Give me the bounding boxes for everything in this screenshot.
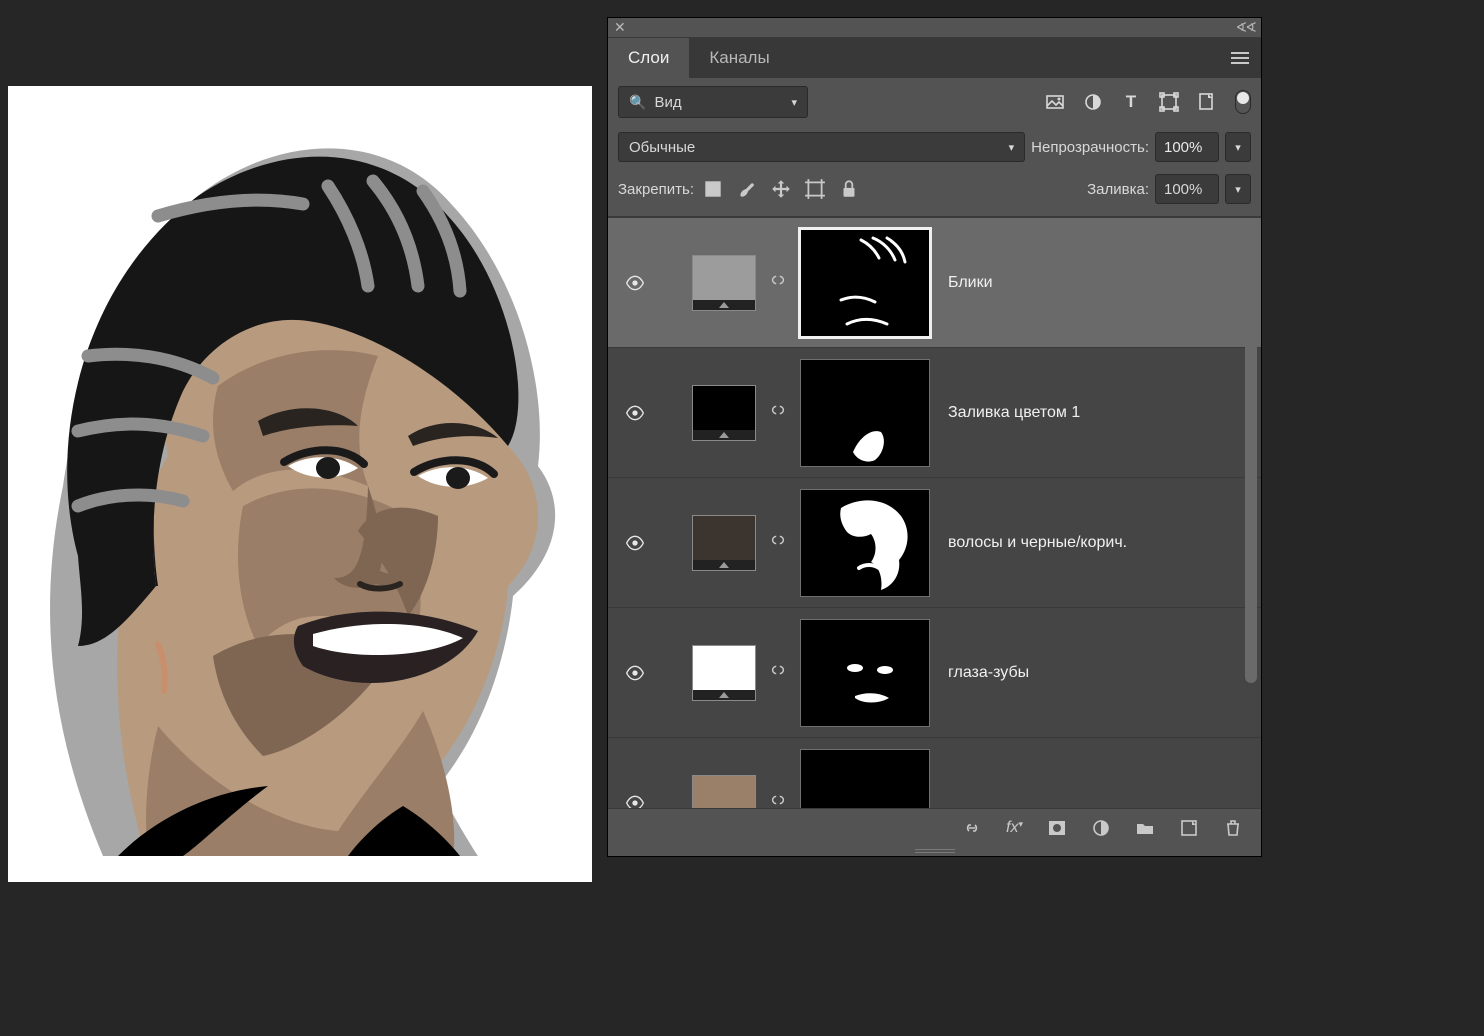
opacity-value: 100% (1164, 139, 1202, 156)
mask-link-icon[interactable] (768, 401, 788, 424)
lock-all-icon[interactable] (838, 178, 860, 200)
layer-kind-label: Вид (654, 94, 681, 111)
layer-row[interactable]: волосы и черные/корич. (608, 477, 1261, 607)
panel-resize-grip[interactable] (608, 846, 1261, 856)
panel-menu-icon[interactable] (1219, 38, 1261, 78)
delete-layer-icon[interactable] (1223, 818, 1243, 838)
fill-label: Заливка: (1087, 181, 1149, 198)
fill-swatch-thumb[interactable] (692, 515, 756, 571)
layer-mask-thumb[interactable] (800, 359, 930, 467)
blend-mode-value: Обычные (629, 139, 695, 156)
panel-collapse-icon[interactable]: ∢∢ (1236, 19, 1255, 36)
fill-swatch-thumb[interactable] (692, 385, 756, 441)
blend-mode-select[interactable]: Обычные ▾ (618, 132, 1025, 162)
layer-mask-thumb[interactable] (800, 619, 930, 727)
visibility-toggle-icon[interactable] (620, 403, 650, 423)
panel-footer: fx ▾ (608, 808, 1261, 846)
fill-value: 100% (1164, 181, 1202, 198)
opacity-stepper[interactable]: ▾ (1225, 132, 1251, 162)
layer-mask-thumb[interactable] (800, 749, 930, 809)
opacity-input[interactable]: 100% (1155, 132, 1219, 162)
lock-row: Закрепить: Заливка: 100% ▾ (608, 168, 1261, 217)
layer-row[interactable]: глаза-зубы (608, 607, 1261, 737)
new-layer-icon[interactable] (1179, 818, 1199, 838)
mask-link-icon[interactable] (768, 791, 788, 808)
opacity-label: Непрозрачность: (1031, 139, 1149, 156)
filter-toggle[interactable] (1235, 90, 1251, 114)
layers-list[interactable]: Блики Заливка цветом 1 волосы и черные/кор… (608, 217, 1261, 808)
mask-link-icon[interactable] (768, 531, 788, 554)
fill-swatch-thumb[interactable] (692, 645, 756, 701)
lock-label: Закрепить: (618, 181, 694, 198)
layer-row[interactable]: Блики (608, 217, 1261, 347)
layer-name[interactable]: Заливка цветом 1 (948, 404, 1080, 422)
layer-mask-thumb[interactable] (800, 229, 930, 337)
layer-name[interactable]: волосы и черные/корич. (948, 534, 1127, 552)
filter-adjust-icon[interactable] (1083, 92, 1103, 112)
new-group-icon[interactable] (1135, 818, 1155, 838)
filter-pixel-icon[interactable] (1045, 92, 1065, 112)
tab-label: Каналы (709, 48, 769, 68)
filter-type-icon[interactable]: T (1121, 92, 1141, 112)
blend-row: Обычные ▾ Непрозрачность: 100% ▾ (608, 126, 1261, 168)
chevron-down-icon: ▾ (791, 96, 797, 109)
layer-kind-select[interactable]: 🔍 Вид ▾ (618, 86, 808, 118)
fill-stepper[interactable]: ▾ (1225, 174, 1251, 204)
visibility-toggle-icon[interactable] (620, 273, 650, 293)
lock-paint-icon[interactable] (736, 178, 758, 200)
layer-mask-thumb[interactable] (800, 489, 930, 597)
visibility-toggle-icon[interactable] (620, 663, 650, 683)
chevron-down-icon: ▾ (1009, 141, 1015, 154)
layer-name[interactable]: глаза-зубы (948, 664, 1029, 682)
fill-swatch-thumb[interactable] (692, 255, 756, 311)
fill-swatch-thumb[interactable] (692, 775, 756, 809)
tab-channels[interactable]: Каналы (689, 38, 789, 78)
lock-artboard-icon[interactable] (804, 178, 826, 200)
filter-smart-icon[interactable] (1197, 92, 1217, 112)
panel-titlebar[interactable]: ✕ ∢∢ (608, 18, 1261, 38)
layers-panel: ✕ ∢∢ Слои Каналы 🔍 Вид ▾ T (607, 17, 1262, 857)
layer-name[interactable]: Блики (948, 274, 993, 292)
filter-icons: T (1045, 90, 1251, 114)
lock-move-icon[interactable] (770, 178, 792, 200)
layer-row[interactable] (608, 737, 1261, 808)
mask-link-icon[interactable] (768, 661, 788, 684)
tab-layers[interactable]: Слои (608, 38, 689, 78)
visibility-toggle-icon[interactable] (620, 533, 650, 553)
lock-transparency-icon[interactable] (702, 178, 724, 200)
layers-scrollbar[interactable] (1245, 223, 1257, 683)
add-mask-icon[interactable] (1047, 818, 1067, 838)
fx-icon[interactable]: fx ▾ (1006, 819, 1023, 837)
fill-input[interactable]: 100% (1155, 174, 1219, 204)
mask-link-icon[interactable] (768, 271, 788, 294)
search-icon: 🔍 (629, 94, 646, 111)
visibility-toggle-icon[interactable] (620, 793, 650, 809)
document-canvas[interactable] (8, 86, 592, 882)
app-stage: ✕ ∢∢ Слои Каналы 🔍 Вид ▾ T (0, 0, 1484, 1036)
panel-close-icon[interactable]: ✕ (614, 19, 626, 36)
layer-row[interactable]: Заливка цветом 1 (608, 347, 1261, 477)
filter-shape-icon[interactable] (1159, 92, 1179, 112)
filter-row: 🔍 Вид ▾ T (608, 78, 1261, 126)
new-adjustment-icon[interactable] (1091, 818, 1111, 838)
tab-label: Слои (628, 48, 669, 68)
panel-tabs: Слои Каналы (608, 38, 1261, 78)
link-layers-icon[interactable] (962, 818, 982, 838)
portrait-illustration (8, 86, 592, 882)
